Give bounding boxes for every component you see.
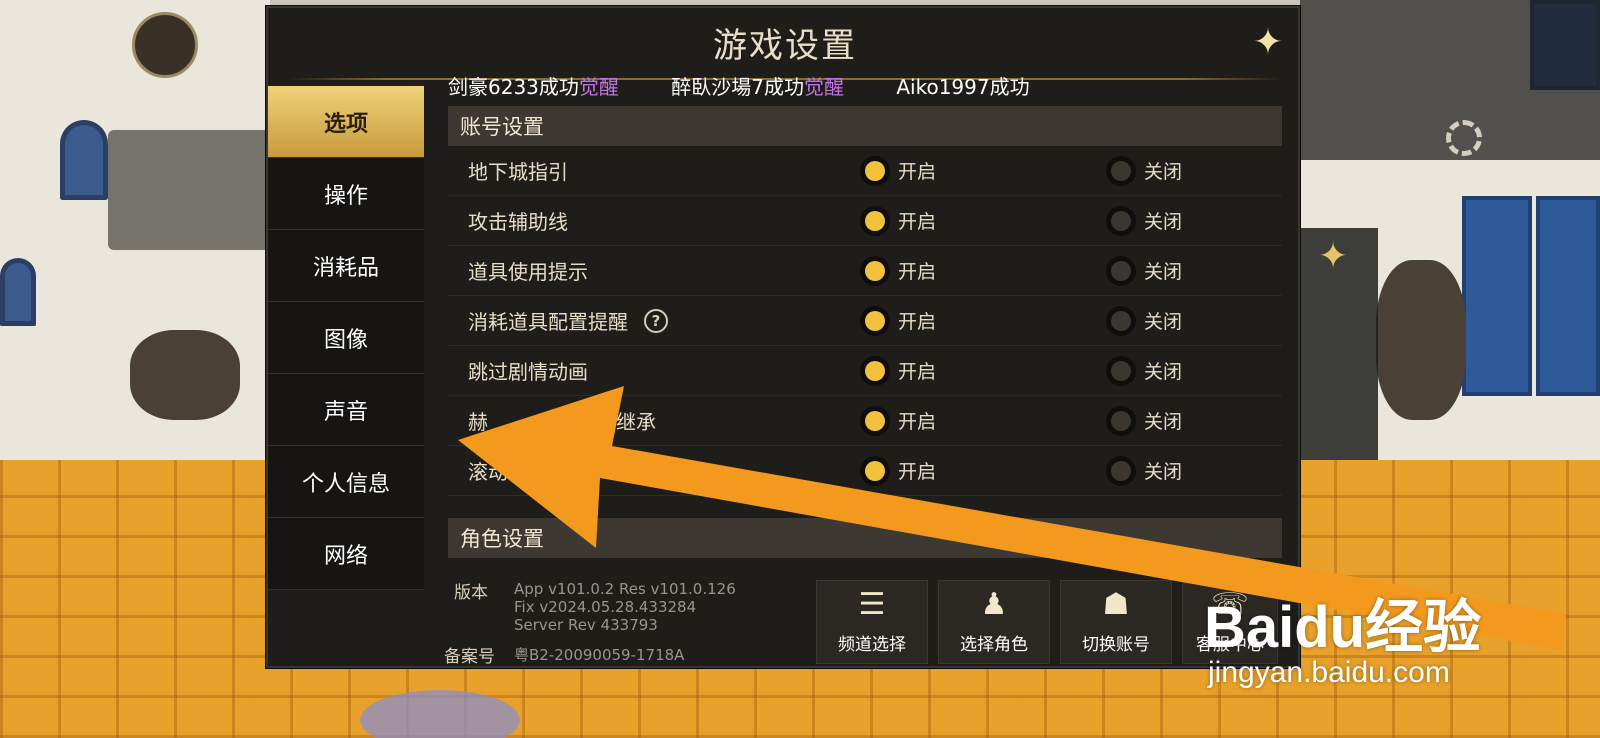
ticker-item: 剑豪6233成功觉醒 (448, 75, 619, 99)
tab-sound[interactable]: 声音 (268, 374, 424, 446)
radio-off[interactable]: 关闭 (1106, 455, 1182, 486)
option-row-scroll: 滚动 开启 关闭 (448, 446, 1282, 496)
radio-on[interactable]: 开启 (860, 305, 936, 336)
radio-off[interactable]: 关闭 (1106, 355, 1182, 386)
option-row-skip-cutscene: 跳过剧情动画 开启 关闭 (448, 346, 1282, 396)
character-icon: ♟ (980, 587, 1008, 622)
tab-personal-info[interactable]: 个人信息 (268, 446, 424, 518)
player-avatar[interactable] (132, 12, 198, 78)
option-row-consumable-config-reminder: 消耗道具配置提醒 ? 开启 关闭 (448, 296, 1282, 346)
list-icon: ☰ (858, 587, 886, 622)
support-icon: ☏ (1211, 587, 1249, 622)
radio-on[interactable]: 开启 (860, 255, 936, 286)
option-label: 跳过剧情动画 (468, 360, 588, 384)
settings-sidebar: 选项 操作 消耗品 图像 声音 个人信息 网络 (268, 86, 424, 606)
switch-account-button[interactable]: ☗ 切换账号 (1060, 580, 1172, 664)
radio-on[interactable]: 开启 (860, 355, 936, 386)
radio-on[interactable]: 开启 (860, 205, 936, 236)
radio-off[interactable]: 关闭 (1106, 255, 1182, 286)
help-question-icon[interactable]: ? (644, 308, 668, 333)
option-label: 地下城指引 (468, 160, 568, 184)
radio-on[interactable]: 开启 (860, 405, 936, 436)
account-settings-header: 账号设置 (448, 106, 1282, 146)
version-line: Fix v2024.05.28.433284 (514, 598, 697, 616)
icp-value: 粤B2-20090059-1718A (514, 646, 685, 664)
radio-off[interactable]: 关闭 (1106, 305, 1182, 336)
customer-service-button[interactable]: ☏ 客服中心 (1182, 580, 1278, 664)
radio-on[interactable]: 开启 (860, 455, 936, 486)
radio-off[interactable]: 关闭 (1106, 155, 1182, 186)
ticker-item: 醉臥沙場7成功觉醒 (671, 75, 844, 99)
option-row-inherit: 赫 继承 开启 关闭 (448, 396, 1282, 446)
gear-icon[interactable] (1446, 120, 1482, 156)
tab-graphics[interactable]: 图像 (268, 302, 424, 374)
version-line: App v101.0.2 Res v101.0.126 (514, 580, 736, 598)
radio-on[interactable]: 开启 (860, 155, 936, 186)
close-x-icon[interactable]: ✦ (1248, 22, 1288, 63)
select-character-button[interactable]: ♟ 选择角色 (938, 580, 1050, 664)
icp-label: 备案号 (444, 647, 495, 667)
option-row-attack-guide-line: 攻击辅助线 开启 关闭 (448, 196, 1282, 246)
radio-off[interactable]: 关闭 (1106, 205, 1182, 236)
radio-off[interactable]: 关闭 (1106, 405, 1182, 436)
version-label: 版本 (454, 583, 488, 603)
users-icon: ☗ (1102, 587, 1130, 622)
option-label: 道具使用提示 (468, 260, 588, 284)
option-label: 消耗道具配置提醒 ? (468, 306, 668, 335)
tab-consumables[interactable]: 消耗品 (268, 230, 424, 302)
tab-options[interactable]: 选项 (268, 86, 424, 158)
option-label: 攻击辅助线 (468, 210, 568, 234)
ticker-item: Aiko1997成功 (896, 75, 1030, 99)
star-icon: ✦ (1318, 236, 1349, 277)
option-row-item-use-tip: 道具使用提示 开启 关闭 (448, 246, 1282, 296)
tab-network[interactable]: 网络 (268, 518, 424, 590)
settings-footer: 版本 App v101.0.2 Res v101.0.126 Fix v2024… (440, 574, 1280, 668)
option-row-dungeon-guide: 地下城指引 开启 关闭 (448, 146, 1282, 196)
role-settings-header: 角色设置 (448, 518, 1282, 558)
channel-select-button[interactable]: ☰ 频道选择 (816, 580, 928, 664)
game-settings-dialog: 游戏设置 ✦ 剑豪6233成功觉醒 醉臥沙場7成功觉醒 Aiko1997成功 选… (266, 6, 1300, 668)
option-label: 赫 继承 (468, 410, 656, 434)
tab-controls[interactable]: 操作 (268, 158, 424, 230)
announcement-ticker: 剑豪6233成功觉醒 醉臥沙場7成功觉醒 Aiko1997成功 (448, 70, 1098, 104)
option-label: 滚动 (468, 460, 508, 484)
version-line: Server Rev 433793 (514, 616, 658, 634)
dialog-title: 游戏设置 (713, 26, 857, 66)
